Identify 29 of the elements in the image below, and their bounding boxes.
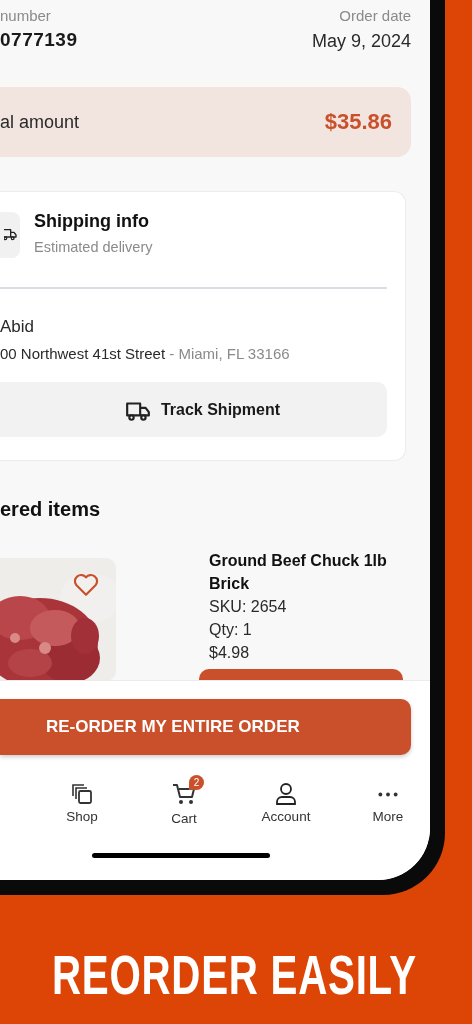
tab-bar-item[interactable]: More bbox=[358, 773, 418, 826]
heart-icon[interactable] bbox=[73, 573, 99, 597]
shipping-subtitle: Estimated delivery bbox=[34, 239, 153, 255]
caption: REORDER EASILY bbox=[52, 942, 417, 1007]
copy-icon bbox=[70, 782, 94, 806]
track-shipment-button[interactable]: Track Shipment bbox=[0, 382, 387, 437]
order-date: May 9, 2024 bbox=[311, 31, 411, 52]
count-badge: 2 bbox=[189, 775, 204, 790]
cart-icon bbox=[172, 782, 196, 806]
tab-bar-item[interactable]: Shop bbox=[52, 773, 112, 826]
field-label: Order date bbox=[339, 6, 411, 26]
product-quantity: Qty: 1 bbox=[209, 620, 253, 640]
field-label: number bbox=[0, 6, 52, 26]
reorder-button[interactable]: RE-ORDER MY ENTIRE ORDER bbox=[0, 699, 411, 755]
shipping-address: 00 Northwest 41st Street - Miami, FL 33166 bbox=[0, 345, 291, 362]
section-heading: ered items bbox=[0, 498, 102, 521]
truck-icon bbox=[4, 227, 20, 243]
total-label: al amount bbox=[0, 111, 80, 133]
product-name: Ground Beef Chuck 1lb Brick bbox=[209, 551, 388, 594]
order-number: 0777139 bbox=[0, 29, 78, 51]
person-icon bbox=[274, 782, 298, 806]
total-amount: $35.86 bbox=[324, 109, 392, 135]
recipient-name: Abid bbox=[0, 317, 36, 337]
product-sku: SKU: 2654 bbox=[209, 597, 288, 617]
product-price: $4.98 bbox=[209, 643, 251, 663]
tab-bar-item[interactable]: 2 Cart bbox=[154, 773, 214, 826]
shipping-title: Shipping info bbox=[34, 211, 150, 232]
tab-bar-item[interactable]: Account bbox=[256, 773, 316, 826]
more-icon bbox=[378, 791, 398, 797]
